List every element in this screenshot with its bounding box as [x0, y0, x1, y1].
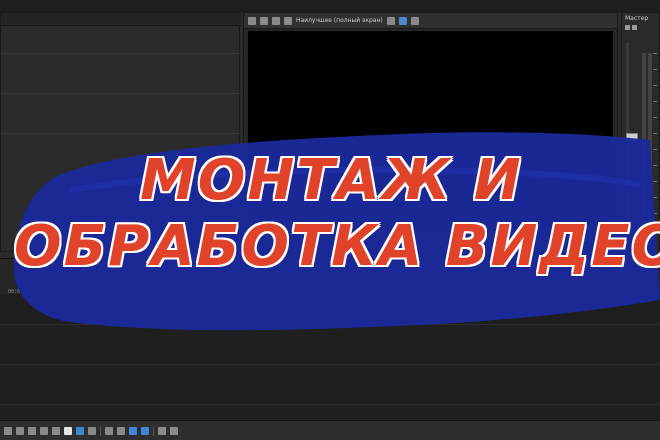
meter-tick	[653, 85, 657, 86]
volume-fader-handle[interactable]	[626, 133, 638, 141]
project-media-toolbar	[1, 13, 241, 26]
overlay-icon[interactable]	[386, 16, 395, 25]
meter-tick	[653, 133, 657, 134]
track-divider	[0, 364, 660, 365]
lock-envelopes-icon[interactable]	[129, 426, 137, 435]
pause-icon[interactable]	[40, 426, 48, 435]
divider	[1, 53, 241, 54]
transport-toolbar	[0, 420, 660, 440]
meter-tick	[653, 117, 657, 118]
normal-edit-tool-icon[interactable]	[76, 426, 84, 435]
grid-icon[interactable]	[410, 16, 419, 25]
separator	[100, 425, 101, 436]
track-divider	[0, 324, 660, 325]
meter-tick	[653, 69, 657, 70]
fx-icon[interactable]	[625, 25, 630, 30]
loop-icon[interactable]	[16, 426, 24, 435]
separator	[153, 425, 154, 436]
play-icon[interactable]	[28, 426, 36, 435]
split-screen-icon[interactable]	[284, 16, 292, 25]
preview-quality-select[interactable]: Наилучшее (полный экран)	[296, 17, 383, 24]
meter-tick	[653, 101, 657, 102]
banner-title-line-2: ОБРАБОТКА ВИДЕО	[14, 214, 660, 279]
go-to-start-icon[interactable]	[64, 426, 72, 435]
title-bar	[0, 0, 660, 12]
preview-toolbar: Наилучшее (полный экран)	[244, 13, 617, 29]
save-snapshot-icon[interactable]	[260, 16, 268, 25]
meter-tick	[653, 53, 657, 54]
marker-icon[interactable]	[158, 426, 166, 435]
meter-tick	[653, 149, 657, 150]
divider	[1, 133, 241, 134]
mute-icon[interactable]	[632, 25, 637, 30]
record-icon[interactable]	[4, 426, 12, 435]
banner-title-line-1: МОНТАЖ И	[140, 148, 523, 213]
snap-icon[interactable]	[105, 426, 113, 435]
auto-ripple-icon[interactable]	[117, 426, 125, 435]
meter-tick	[653, 181, 657, 182]
meter-tick	[653, 165, 657, 166]
envelope-tool-icon[interactable]	[88, 426, 96, 435]
external-monitor-icon[interactable]	[398, 16, 407, 25]
region-icon[interactable]	[170, 426, 178, 435]
ignore-grouping-icon[interactable]	[141, 426, 149, 435]
meter-tick	[653, 197, 657, 198]
copy-snapshot-icon[interactable]	[272, 16, 280, 25]
volume-fader-track[interactable]	[626, 43, 629, 243]
divider	[1, 93, 241, 94]
stop-icon[interactable]	[52, 426, 60, 435]
meter-title: Мастер	[625, 15, 649, 22]
timeline-tracks[interactable]	[0, 294, 660, 420]
settings-icon[interactable]	[248, 16, 256, 25]
track-divider	[0, 404, 660, 405]
